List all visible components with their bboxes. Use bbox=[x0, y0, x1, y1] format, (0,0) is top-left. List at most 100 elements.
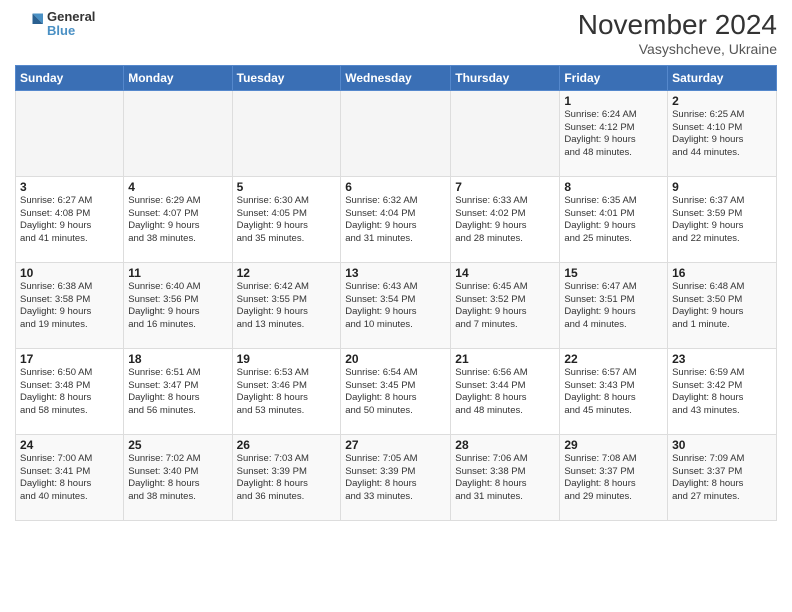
day-info-line: Sunrise: 6:40 AM bbox=[128, 281, 227, 294]
day-info-line: and 58 minutes. bbox=[20, 405, 119, 418]
day-info-line: Sunrise: 6:37 AM bbox=[672, 195, 772, 208]
day-info-line: Sunset: 3:39 PM bbox=[345, 466, 446, 479]
day-info-line: and 53 minutes. bbox=[237, 405, 337, 418]
day-cell: 14Sunrise: 6:45 AMSunset: 3:52 PMDayligh… bbox=[451, 262, 560, 348]
day-info-line: Sunset: 4:05 PM bbox=[237, 208, 337, 221]
day-info-line: Daylight: 9 hours bbox=[672, 306, 772, 319]
day-number: 7 bbox=[455, 180, 555, 194]
day-cell: 23Sunrise: 6:59 AMSunset: 3:42 PMDayligh… bbox=[668, 348, 777, 434]
day-cell: 13Sunrise: 6:43 AMSunset: 3:54 PMDayligh… bbox=[341, 262, 451, 348]
day-cell: 18Sunrise: 6:51 AMSunset: 3:47 PMDayligh… bbox=[124, 348, 232, 434]
day-info-line: Sunset: 3:37 PM bbox=[672, 466, 772, 479]
title-block: November 2024 Vasyshcheve, Ukraine bbox=[578, 10, 777, 57]
day-info-line: Sunset: 3:37 PM bbox=[564, 466, 663, 479]
week-row-1: 1Sunrise: 6:24 AMSunset: 4:12 PMDaylight… bbox=[16, 90, 777, 176]
day-cell: 10Sunrise: 6:38 AMSunset: 3:58 PMDayligh… bbox=[16, 262, 124, 348]
day-info-line: Sunrise: 6:51 AM bbox=[128, 367, 227, 380]
day-cell: 17Sunrise: 6:50 AMSunset: 3:48 PMDayligh… bbox=[16, 348, 124, 434]
day-info-line: Daylight: 8 hours bbox=[128, 478, 227, 491]
day-info-line: Daylight: 9 hours bbox=[128, 306, 227, 319]
day-number: 27 bbox=[345, 438, 446, 452]
day-cell: 24Sunrise: 7:00 AMSunset: 3:41 PMDayligh… bbox=[16, 434, 124, 520]
day-cell: 19Sunrise: 6:53 AMSunset: 3:46 PMDayligh… bbox=[232, 348, 341, 434]
day-info-line: and 16 minutes. bbox=[128, 319, 227, 332]
day-cell: 8Sunrise: 6:35 AMSunset: 4:01 PMDaylight… bbox=[560, 176, 668, 262]
day-cell: 21Sunrise: 6:56 AMSunset: 3:44 PMDayligh… bbox=[451, 348, 560, 434]
day-info-line: Sunrise: 7:00 AM bbox=[20, 453, 119, 466]
day-info-line: Sunset: 4:04 PM bbox=[345, 208, 446, 221]
day-info-line: Daylight: 8 hours bbox=[345, 478, 446, 491]
day-info-line: Sunset: 3:38 PM bbox=[455, 466, 555, 479]
day-number: 29 bbox=[564, 438, 663, 452]
logo-line2: Blue bbox=[47, 24, 95, 38]
day-number: 18 bbox=[128, 352, 227, 366]
day-info-line: Daylight: 8 hours bbox=[455, 478, 555, 491]
day-info-line: Sunrise: 6:54 AM bbox=[345, 367, 446, 380]
day-info-line: Daylight: 9 hours bbox=[564, 134, 663, 147]
day-number: 6 bbox=[345, 180, 446, 194]
day-cell: 7Sunrise: 6:33 AMSunset: 4:02 PMDaylight… bbox=[451, 176, 560, 262]
day-info-line: and 29 minutes. bbox=[564, 491, 663, 504]
day-info-line: and 45 minutes. bbox=[564, 405, 663, 418]
day-info-line: Daylight: 8 hours bbox=[20, 392, 119, 405]
day-cell: 28Sunrise: 7:06 AMSunset: 3:38 PMDayligh… bbox=[451, 434, 560, 520]
day-info-line: Daylight: 9 hours bbox=[237, 306, 337, 319]
day-info-line: Sunset: 4:08 PM bbox=[20, 208, 119, 221]
day-info-line: Sunset: 3:54 PM bbox=[345, 294, 446, 307]
day-number: 22 bbox=[564, 352, 663, 366]
day-info-line: and 38 minutes. bbox=[128, 233, 227, 246]
day-info-line: and 25 minutes. bbox=[564, 233, 663, 246]
day-info-line: Sunrise: 7:05 AM bbox=[345, 453, 446, 466]
day-info-line: Sunrise: 6:30 AM bbox=[237, 195, 337, 208]
day-number: 23 bbox=[672, 352, 772, 366]
day-number: 3 bbox=[20, 180, 119, 194]
day-info-line: and 38 minutes. bbox=[128, 491, 227, 504]
day-info-line: Daylight: 8 hours bbox=[237, 478, 337, 491]
week-row-3: 10Sunrise: 6:38 AMSunset: 3:58 PMDayligh… bbox=[16, 262, 777, 348]
day-info-line: Sunrise: 6:27 AM bbox=[20, 195, 119, 208]
day-number: 16 bbox=[672, 266, 772, 280]
day-info-line: Daylight: 9 hours bbox=[20, 306, 119, 319]
logo-line1: General bbox=[47, 10, 95, 24]
day-info-line: Sunrise: 6:33 AM bbox=[455, 195, 555, 208]
day-info-line: Sunset: 3:55 PM bbox=[237, 294, 337, 307]
calendar-body: 1Sunrise: 6:24 AMSunset: 4:12 PMDaylight… bbox=[16, 90, 777, 520]
day-info-line: Sunrise: 6:42 AM bbox=[237, 281, 337, 294]
day-info-line: and 31 minutes. bbox=[345, 233, 446, 246]
day-info-line: Sunrise: 7:08 AM bbox=[564, 453, 663, 466]
day-info-line: Daylight: 9 hours bbox=[672, 220, 772, 233]
day-info-line: Sunrise: 6:50 AM bbox=[20, 367, 119, 380]
day-info-line: Sunset: 3:44 PM bbox=[455, 380, 555, 393]
day-number: 1 bbox=[564, 94, 663, 108]
day-info-line: Daylight: 8 hours bbox=[672, 478, 772, 491]
day-number: 4 bbox=[128, 180, 227, 194]
day-info-line: Sunset: 3:59 PM bbox=[672, 208, 772, 221]
day-info-line: Daylight: 8 hours bbox=[564, 478, 663, 491]
day-info-line: Daylight: 9 hours bbox=[564, 220, 663, 233]
day-cell: 20Sunrise: 6:54 AMSunset: 3:45 PMDayligh… bbox=[341, 348, 451, 434]
day-cell bbox=[341, 90, 451, 176]
week-row-5: 24Sunrise: 7:00 AMSunset: 3:41 PMDayligh… bbox=[16, 434, 777, 520]
day-cell: 11Sunrise: 6:40 AMSunset: 3:56 PMDayligh… bbox=[124, 262, 232, 348]
day-info-line: and 41 minutes. bbox=[20, 233, 119, 246]
day-info-line: and 31 minutes. bbox=[455, 491, 555, 504]
day-number: 17 bbox=[20, 352, 119, 366]
day-info-line: and 10 minutes. bbox=[345, 319, 446, 332]
day-info-line: Sunset: 3:47 PM bbox=[128, 380, 227, 393]
day-info-line: Sunset: 3:39 PM bbox=[237, 466, 337, 479]
col-wednesday: Wednesday bbox=[341, 65, 451, 90]
calendar-table: Sunday Monday Tuesday Wednesday Thursday… bbox=[15, 65, 777, 521]
day-info-line: Sunset: 3:42 PM bbox=[672, 380, 772, 393]
day-number: 19 bbox=[237, 352, 337, 366]
day-cell bbox=[16, 90, 124, 176]
day-number: 30 bbox=[672, 438, 772, 452]
calendar-header: Sunday Monday Tuesday Wednesday Thursday… bbox=[16, 65, 777, 90]
day-number: 24 bbox=[20, 438, 119, 452]
day-info-line: Daylight: 8 hours bbox=[345, 392, 446, 405]
day-info-line: Sunset: 3:45 PM bbox=[345, 380, 446, 393]
week-row-2: 3Sunrise: 6:27 AMSunset: 4:08 PM Daylight… bbox=[16, 176, 777, 262]
day-info-line: Sunset: 3:50 PM bbox=[672, 294, 772, 307]
day-cell: 25Sunrise: 7:02 AMSunset: 3:40 PMDayligh… bbox=[124, 434, 232, 520]
day-info-line: and 44 minutes. bbox=[672, 147, 772, 160]
day-info-line: Sunset: 4:12 PM bbox=[564, 122, 663, 135]
